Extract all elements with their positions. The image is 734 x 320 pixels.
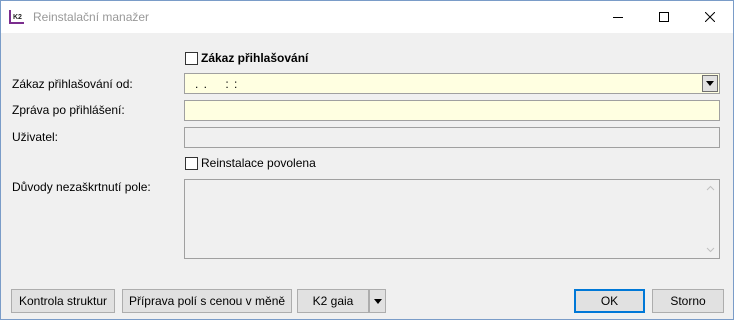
reinstall-manager-window: K2 Reinstalační manažer Zákaz přihlašová… bbox=[0, 0, 734, 320]
reinstall-allowed-label: Reinstalace povolena bbox=[201, 156, 316, 170]
cancel-button[interactable]: Storno bbox=[652, 289, 724, 313]
title-bar: K2 Reinstalační manažer bbox=[1, 1, 733, 33]
message-input[interactable] bbox=[184, 100, 720, 121]
minimize-icon bbox=[613, 17, 623, 18]
ban-from-dropdown-button[interactable] bbox=[702, 75, 718, 92]
svg-text:K2: K2 bbox=[13, 14, 22, 21]
reasons-scrollbar[interactable] bbox=[703, 181, 718, 257]
k2-gaia-dropdown-button[interactable] bbox=[369, 289, 386, 313]
ban-login-label: Zákaz přihlašování bbox=[201, 51, 309, 65]
ok-button[interactable]: OK bbox=[574, 289, 645, 313]
ban-from-value: . . : : bbox=[195, 77, 239, 91]
prepare-currency-fields-button[interactable]: Příprava polí s cenou v měně bbox=[122, 289, 292, 313]
scroll-up-icon[interactable] bbox=[703, 181, 718, 196]
chevron-down-icon bbox=[373, 298, 382, 304]
close-icon bbox=[705, 12, 715, 22]
user-field bbox=[184, 127, 720, 148]
reinstall-allowed-checkbox[interactable] bbox=[185, 157, 198, 170]
chevron-down-icon bbox=[706, 81, 714, 86]
message-label: Zpráva po přihlášení: bbox=[12, 103, 125, 117]
window-title: Reinstalační manažer bbox=[33, 10, 150, 24]
maximize-icon bbox=[659, 12, 669, 22]
user-label: Uživatel: bbox=[12, 130, 59, 144]
k2-gaia-button[interactable]: K2 gaia bbox=[297, 289, 369, 313]
close-button[interactable] bbox=[687, 1, 733, 33]
ban-from-datetime-field[interactable]: . . : : bbox=[184, 73, 720, 94]
check-structures-button[interactable]: Kontrola struktur bbox=[11, 289, 115, 313]
dialog-content: Zákaz přihlašování Zákaz přihlašování od… bbox=[1, 33, 733, 319]
reasons-label: Důvody nezaškrtnutí pole: bbox=[12, 180, 151, 194]
maximize-button[interactable] bbox=[641, 1, 687, 33]
minimize-button[interactable] bbox=[595, 1, 641, 33]
ban-from-label: Zákaz přihlašování od: bbox=[12, 77, 133, 91]
k2-app-icon: K2 bbox=[9, 9, 25, 25]
scroll-down-icon[interactable] bbox=[703, 242, 718, 257]
reasons-textarea bbox=[184, 179, 720, 259]
ban-login-checkbox[interactable] bbox=[185, 52, 198, 65]
